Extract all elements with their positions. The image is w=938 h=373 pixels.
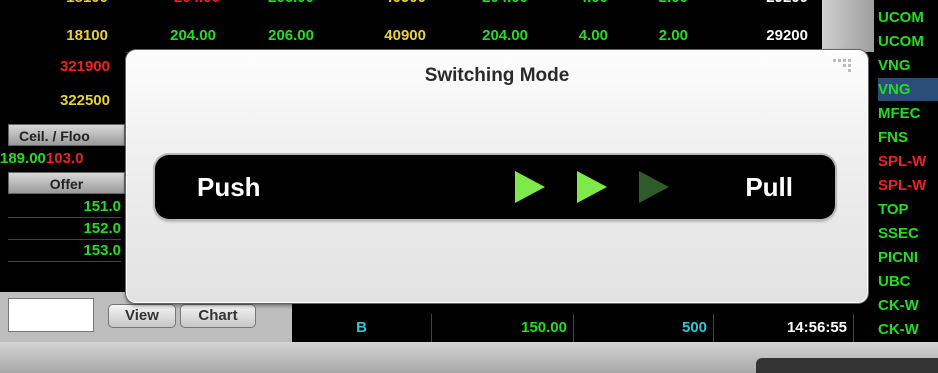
- view-button[interactable]: View: [108, 304, 176, 328]
- ceil-value: 189.00: [0, 150, 46, 167]
- trade-side: B: [292, 314, 432, 342]
- play-arrow-icon: [577, 171, 607, 203]
- scrollbar[interactable]: [822, 0, 874, 52]
- symbol-list-item[interactable]: MFEC: [878, 102, 938, 125]
- symbol-list-item[interactable]: SPL-W: [878, 150, 938, 173]
- resize-grip-icon[interactable]: [833, 59, 851, 79]
- trade-row: B 150.00 500 14:56:55: [292, 314, 858, 342]
- offer-header: Offer: [8, 172, 125, 194]
- symbol-list-item[interactable]: VNG: [878, 54, 938, 77]
- ticker-cell: 204.00: [120, 0, 220, 10]
- ticker-cell: 29200: [700, 0, 808, 10]
- mode-switch[interactable]: Push Pull: [155, 155, 835, 219]
- ticker-cell: 40900: [330, 0, 426, 10]
- chart-button[interactable]: Chart: [180, 304, 256, 328]
- ticker-cell: 18100: [20, 0, 108, 10]
- dialog-title: Switching Mode: [424, 65, 570, 86]
- symbol-list-item[interactable]: TOP: [878, 198, 938, 221]
- play-arrow-icon: [515, 171, 545, 203]
- symbol-list-item[interactable]: VNG: [878, 78, 938, 101]
- symbol-list-item[interactable]: CK-W: [878, 318, 938, 341]
- symbol-list-item[interactable]: UBC: [878, 270, 938, 293]
- bottom-tab[interactable]: [756, 358, 938, 373]
- ticker-row[interactable]: 18100 204.00 206.00 40900 204.00 4.00 2.…: [0, 24, 822, 48]
- play-arrow-icon: [639, 171, 669, 203]
- ticker-row-partial: 18100 204.00 206.00 40900 204.00 4.00 2.…: [0, 0, 822, 10]
- ticker-table: 18100 204.00 206.00 40900 204.00 4.00 2.…: [0, 0, 822, 53]
- pull-label[interactable]: Pull: [745, 155, 793, 219]
- ticker-cell: 206.00: [268, 27, 314, 44]
- ticker-cell: 29200: [766, 27, 808, 44]
- quote-panel: 321900 322500 Ceil. / Floo 189.00103.0 O…: [0, 52, 125, 292]
- ceil-floor-values: 189.00103.0: [0, 148, 125, 170]
- offer-value[interactable]: 151.0: [8, 196, 121, 218]
- offer-value[interactable]: 153.0: [8, 240, 121, 262]
- floor-value: 103.0: [45, 150, 84, 167]
- ticker-cell: 206.00: [222, 0, 314, 10]
- symbol-list-item[interactable]: FNS: [878, 126, 938, 149]
- symbol-list-item[interactable]: SPL-W: [878, 174, 938, 197]
- ceil-floor-header: Ceil. / Floo: [8, 124, 125, 146]
- push-label[interactable]: Push: [197, 155, 261, 219]
- symbol-list-item[interactable]: CK-W: [878, 294, 938, 317]
- ticker-cell: 204.00: [482, 27, 528, 44]
- trade-price: 150.00: [432, 314, 574, 342]
- ticker-cell: 4.00: [578, 27, 608, 44]
- ticker-cell: 4.00: [540, 0, 608, 10]
- symbol-input[interactable]: [8, 298, 94, 332]
- ticker-cell: 2.00: [658, 27, 688, 44]
- symbol-list-item[interactable]: SSEC: [878, 222, 938, 245]
- price-value: 322500: [59, 92, 110, 109]
- offer-value[interactable]: 152.0: [8, 218, 121, 240]
- ticker-cell: 40900: [384, 27, 426, 44]
- trade-time: 14:56:55: [714, 314, 854, 342]
- ticker-cell: 204.00: [436, 0, 528, 10]
- symbol-list: UCOM UCOM VNG VNG MFEC FNS SPL-W SPL-W TOP SSEC PI…: [874, 0, 938, 342]
- trade-volume: 500: [574, 314, 714, 342]
- ticker-cell: 204.00: [170, 27, 216, 44]
- price-value: 321900: [59, 58, 110, 75]
- symbol-list-item[interactable]: UCOM: [878, 6, 938, 29]
- symbol-list-item[interactable]: UCOM: [878, 30, 938, 53]
- symbol-list-item[interactable]: PICNI: [878, 246, 938, 269]
- switching-mode-dialog: Switching Mode Push Pull: [126, 50, 868, 303]
- ticker-cell: 18100: [66, 27, 108, 44]
- ticker-cell: 2.00: [616, 0, 688, 10]
